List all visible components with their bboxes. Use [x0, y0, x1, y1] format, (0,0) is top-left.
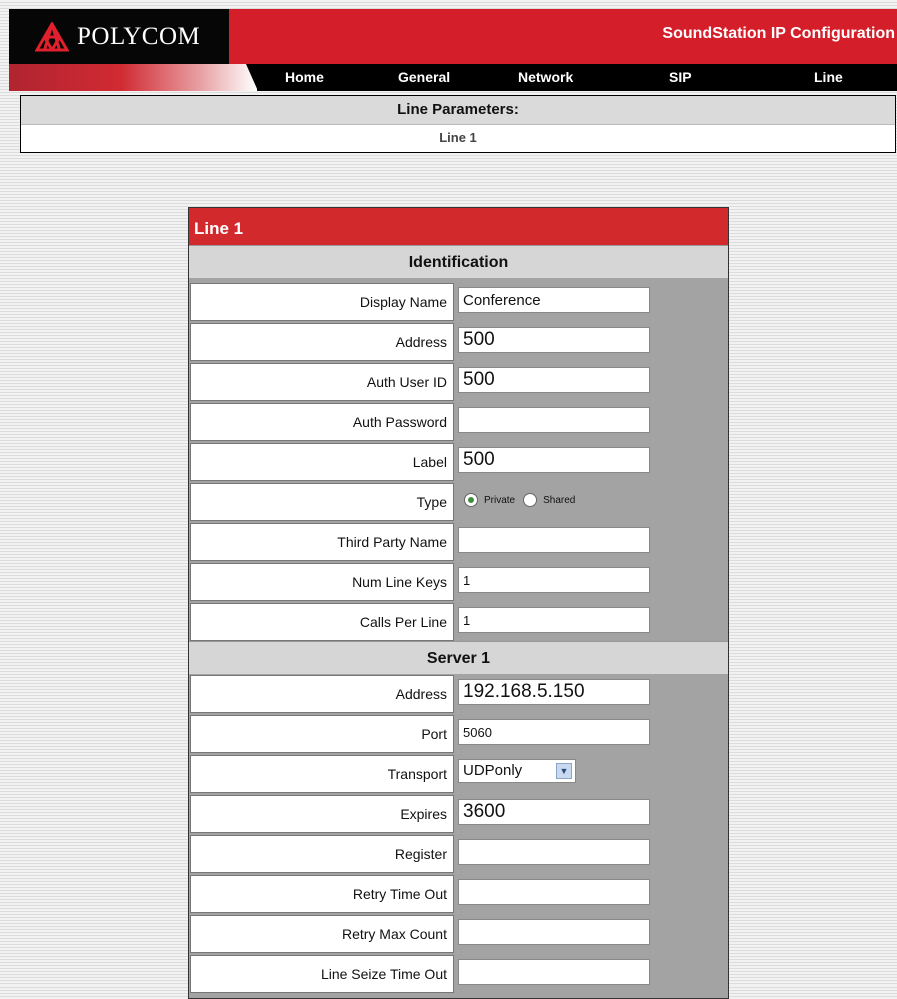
nav-sip[interactable]: SIP — [669, 69, 692, 85]
transport-select[interactable]: UDPonly ▼ — [458, 759, 576, 783]
line-parameters-box: Line Parameters: Line 1 — [20, 95, 896, 153]
auth-user-id-input[interactable] — [458, 367, 650, 393]
third-party-name-input[interactable] — [458, 527, 650, 553]
address-row: Address — [189, 323, 728, 363]
third-party-name-row: Third Party Name — [189, 523, 728, 563]
line-seize-time-out-row: Line Seize Time Out — [189, 955, 728, 995]
retry-time-out-row: Retry Time Out — [189, 875, 728, 915]
display-name-input[interactable] — [458, 287, 650, 313]
retry-time-out-input[interactable] — [458, 879, 650, 905]
retry-max-count-label: Retry Max Count — [190, 915, 454, 953]
app-header: POLYCOM SoundStation IP Configuration — [9, 9, 897, 64]
register-input[interactable] — [458, 839, 650, 865]
line-seize-time-out-label: Line Seize Time Out — [190, 955, 454, 993]
nav-general[interactable]: General — [398, 69, 450, 85]
line-form-panel: Line 1 Identification Display Name Addre… — [188, 207, 729, 999]
type-shared-label: Shared — [543, 494, 576, 506]
app-title: SoundStation IP Configuration — [662, 25, 895, 42]
label-input[interactable] — [458, 447, 650, 473]
server-address-row: Address — [189, 675, 728, 715]
calls-per-line-row: Calls Per Line — [189, 603, 728, 643]
type-private-label: Private — [484, 494, 516, 506]
display-name-row: Display Name — [189, 283, 728, 323]
display-name-label: Display Name — [190, 283, 454, 321]
server-address-label: Address — [190, 675, 454, 713]
calls-per-line-input[interactable] — [458, 607, 650, 633]
calls-per-line-label: Calls Per Line — [190, 603, 454, 641]
polycom-logo[interactable]: POLYCOM — [9, 9, 229, 64]
server-address-input[interactable] — [458, 679, 650, 705]
polycom-logo-icon — [35, 21, 69, 51]
nav-accent-stripe — [9, 64, 258, 91]
port-label: Port — [190, 715, 454, 753]
transport-row: Transport UDPonly ▼ — [189, 755, 728, 795]
num-line-keys-label: Num Line Keys — [190, 563, 454, 601]
nav-home[interactable]: Home — [285, 69, 324, 85]
chevron-down-icon[interactable]: ▼ — [556, 763, 572, 779]
transport-selected-value: UDPonly — [463, 762, 523, 779]
third-party-name-label: Third Party Name — [190, 523, 454, 561]
address-input[interactable] — [458, 327, 650, 353]
type-shared-radio[interactable] — [523, 493, 538, 507]
expires-label: Expires — [190, 795, 454, 833]
label-row: Label — [189, 443, 728, 483]
address-label: Address — [190, 323, 454, 361]
register-label: Register — [190, 835, 454, 873]
line-parameters-heading: Line Parameters: — [21, 96, 895, 125]
retry-max-count-row: Retry Max Count — [189, 915, 728, 955]
type-private-radio[interactable] — [464, 493, 478, 507]
identification-heading: Identification — [189, 245, 728, 278]
nav-network[interactable]: Network — [518, 69, 573, 85]
top-nav: Home General Network SIP Line — [9, 64, 897, 91]
expires-input[interactable] — [458, 799, 650, 825]
type-radio-group: Private Shared — [464, 493, 583, 507]
auth-password-row: Auth Password — [189, 403, 728, 443]
auth-user-id-label: Auth User ID — [190, 363, 454, 401]
expires-row: Expires — [189, 795, 728, 835]
line-parameters-subheading: Line 1 — [439, 130, 477, 145]
auth-password-label: Auth Password — [190, 403, 454, 441]
auth-password-input[interactable] — [458, 407, 650, 433]
register-row: Register — [189, 835, 728, 875]
brand-name: POLYCOM — [77, 22, 201, 50]
line-seize-time-out-input[interactable] — [458, 959, 650, 985]
type-label: Type — [190, 483, 454, 521]
server1-heading: Server 1 — [189, 641, 728, 674]
port-input[interactable] — [458, 719, 650, 745]
num-line-keys-input[interactable] — [458, 567, 650, 593]
type-row: Type Private Shared — [189, 483, 728, 523]
retry-max-count-input[interactable] — [458, 919, 650, 945]
transport-label: Transport — [190, 755, 454, 793]
label-label: Label — [190, 443, 454, 481]
num-line-keys-row: Num Line Keys — [189, 563, 728, 603]
nav-line[interactable]: Line — [814, 69, 843, 85]
panel-title: Line 1 — [189, 208, 728, 245]
port-row: Port — [189, 715, 728, 755]
auth-user-id-row: Auth User ID — [189, 363, 728, 403]
retry-time-out-label: Retry Time Out — [190, 875, 454, 913]
